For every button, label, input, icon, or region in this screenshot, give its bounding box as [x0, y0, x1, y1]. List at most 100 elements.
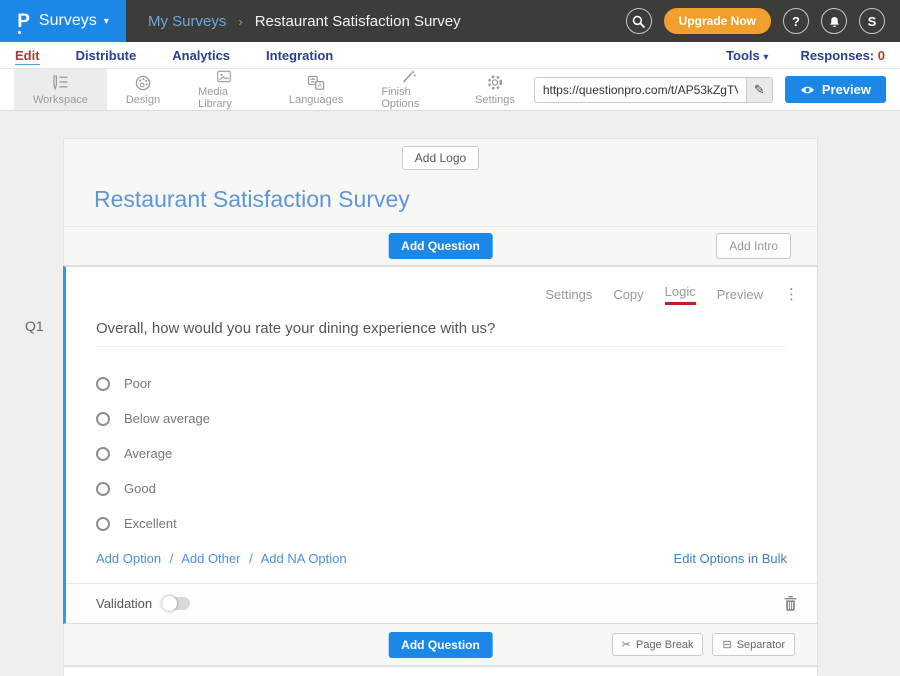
add-na-option-link[interactable]: Add NA Option	[261, 551, 347, 566]
footer-buttons: ✂ Page Break ⊟ Separator	[612, 633, 795, 656]
add-question-button-bottom[interactable]: Add Question	[388, 632, 493, 658]
avatar[interactable]: S	[859, 8, 885, 34]
svg-text:A: A	[318, 82, 323, 89]
question-settings-link[interactable]: Settings	[545, 287, 592, 302]
question-number: Q1	[25, 318, 44, 334]
tab-analytics[interactable]: Analytics	[172, 48, 230, 63]
questionpro-logo-icon: P	[17, 12, 30, 31]
delete-question-button[interactable]	[784, 596, 797, 611]
next-survey-section	[63, 666, 818, 676]
link-separator: /	[249, 551, 253, 566]
question-actions: Settings Copy Logic Preview ⋮	[66, 267, 817, 305]
toolbar-item-media-library[interactable]: Media Library	[179, 69, 270, 110]
add-other-link[interactable]: Add Other	[181, 551, 240, 566]
add-option-link[interactable]: Add Option	[96, 551, 161, 566]
workspace-icon	[50, 74, 70, 92]
survey-card: Add Logo Restaurant Satisfaction Survey …	[63, 138, 818, 676]
answer-options: Poor Below average Average Good Excellen…	[66, 347, 817, 541]
breadcrumb-separator-icon: ›	[238, 14, 242, 29]
kebab-menu-icon[interactable]: ⋮	[784, 287, 799, 302]
breadcrumb: My Surveys › Restaurant Satisfaction Sur…	[148, 13, 461, 30]
separator-button[interactable]: ⊟ Separator	[712, 633, 795, 656]
option-row: Good	[96, 471, 787, 506]
question-logic-link[interactable]: Logic	[665, 284, 696, 305]
validation-label: Validation	[96, 596, 152, 611]
tab-edit[interactable]: Edit	[15, 48, 40, 63]
avatar-initial: S	[868, 14, 877, 29]
tools-menu[interactable]: Tools ▾	[726, 48, 768, 63]
survey-header-section: Add Logo Restaurant Satisfaction Survey	[63, 138, 818, 226]
builder-toolbar: Workspace Design Media Library A Languag…	[0, 69, 900, 111]
survey-url-input[interactable]	[534, 77, 746, 103]
notifications-button[interactable]	[821, 8, 847, 34]
survey-title[interactable]: Restaurant Satisfaction Survey	[64, 170, 817, 226]
topbar-actions: Upgrade Now ? S	[626, 8, 900, 34]
toolbar-item-finish-options[interactable]: Finish Options	[362, 69, 456, 110]
add-question-button[interactable]: Add Question	[388, 233, 493, 259]
separator-box-icon: ⊟	[722, 638, 731, 651]
add-logo-row: Add Logo	[64, 139, 817, 170]
option-row: Excellent	[96, 506, 787, 541]
radio-button-icon[interactable]	[96, 517, 110, 531]
preview-button[interactable]: Preview	[785, 76, 886, 103]
app-logo[interactable]: P Surveys ▾	[0, 0, 126, 42]
upgrade-now-button[interactable]: Upgrade Now	[664, 8, 771, 34]
add-question-bar-top: Add Question Add Intro	[63, 226, 818, 266]
option-row: Below average	[96, 401, 787, 436]
radio-button-icon[interactable]	[96, 377, 110, 391]
search-icon	[632, 15, 645, 28]
trash-icon	[784, 596, 797, 611]
eye-icon	[800, 85, 815, 95]
translate-icon: A	[306, 74, 326, 92]
option-links-row: Add Option / Add Other / Add NA Option E…	[66, 541, 817, 583]
edit-options-in-bulk-link[interactable]: Edit Options in Bulk	[674, 551, 787, 566]
page-break-button[interactable]: ✂ Page Break	[612, 633, 704, 656]
toolbar-item-languages[interactable]: A Languages	[270, 69, 362, 110]
responses-count: 0	[878, 48, 885, 63]
chevron-down-icon: ▾	[104, 16, 109, 27]
radio-button-icon[interactable]	[96, 447, 110, 461]
toolbar-item-workspace[interactable]: Workspace	[14, 69, 107, 110]
radio-button-icon[interactable]	[96, 412, 110, 426]
page-title: Restaurant Satisfaction Survey	[255, 13, 461, 30]
help-button[interactable]: ?	[783, 8, 809, 34]
palette-icon	[133, 74, 153, 92]
survey-editor: Q1 Add Logo Restaurant Satisfaction Surv…	[0, 111, 900, 676]
validation-toggle[interactable]	[163, 597, 190, 610]
link-separator: /	[170, 551, 174, 566]
product-name: Surveys	[39, 12, 97, 30]
gear-icon	[485, 73, 505, 92]
add-question-bar-bottom: Add Question ✂ Page Break ⊟ Separator	[63, 624, 818, 666]
top-bar: P Surveys ▾ My Surveys › Restaurant Sati…	[0, 0, 900, 42]
breadcrumb-my-surveys[interactable]: My Surveys	[148, 13, 226, 30]
responses-link[interactable]: Responses: 0	[800, 48, 885, 63]
option-row: Average	[96, 436, 787, 471]
tab-integration[interactable]: Integration	[266, 48, 333, 63]
toolbar-right: ✎ Preview	[534, 69, 900, 110]
option-row: Poor	[96, 366, 787, 401]
question-mark-icon: ?	[792, 14, 800, 29]
pencil-icon: ✎	[754, 82, 765, 98]
bell-icon	[828, 15, 841, 28]
question-preview-link[interactable]: Preview	[717, 287, 763, 302]
toggle-knob	[162, 596, 177, 611]
chevron-down-icon: ▾	[763, 52, 768, 63]
edit-url-button[interactable]: ✎	[746, 77, 773, 103]
search-button[interactable]	[626, 8, 652, 34]
toolbar-item-settings[interactable]: Settings	[456, 69, 534, 110]
survey-nav: Edit Distribute Analytics Integration To…	[0, 42, 900, 69]
validation-row: Validation	[66, 583, 817, 623]
nav-right: Tools ▾ Responses: 0	[726, 48, 885, 63]
add-intro-button[interactable]: Add Intro	[716, 233, 791, 259]
tab-distribute[interactable]: Distribute	[76, 48, 137, 63]
toolbar-item-design[interactable]: Design	[107, 69, 179, 110]
option-add-links: Add Option / Add Other / Add NA Option	[96, 551, 347, 566]
scissors-icon: ✂	[622, 638, 631, 651]
image-icon	[214, 69, 234, 84]
radio-button-icon[interactable]	[96, 482, 110, 496]
question-card: Settings Copy Logic Preview ⋮ Overall, h…	[63, 266, 818, 624]
question-copy-link[interactable]: Copy	[613, 287, 643, 302]
survey-url-group: ✎	[534, 77, 773, 103]
question-text[interactable]: Overall, how would you rate your dining …	[96, 320, 787, 347]
add-logo-button[interactable]: Add Logo	[402, 146, 479, 170]
